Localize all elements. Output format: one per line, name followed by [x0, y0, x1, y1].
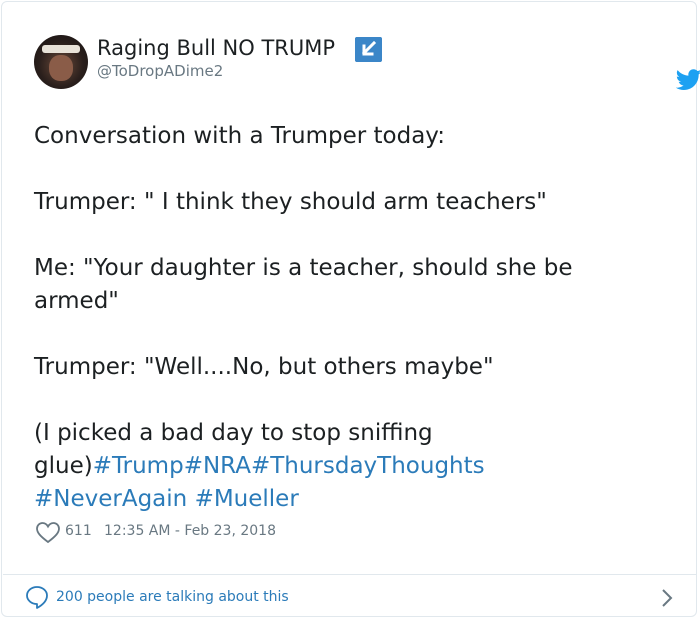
twitter-bird-icon[interactable] — [676, 69, 700, 91]
hashtag-link[interactable]: #NeverAgain — [34, 486, 187, 512]
avatar-band — [42, 45, 80, 53]
avatar-face — [49, 55, 73, 81]
tweet-card: Raging Bull NO TRUMP @ToDropADime2 Conve… — [1, 1, 700, 617]
like-count: 611 — [65, 523, 92, 539]
footer-divider — [3, 574, 697, 575]
heart-icon[interactable] — [35, 520, 61, 546]
avatar[interactable] — [34, 35, 88, 89]
conversation-footer[interactable]: 200 people are talking about this — [24, 584, 684, 612]
timestamp[interactable]: 12:35 AM - Feb 23, 2018 — [104, 523, 276, 539]
tweet-text: Conversation with a Trumper today: Trump… — [34, 120, 674, 516]
tweet-text-segment: Conversation with a Trumper today: Trump… — [34, 123, 573, 479]
hashtag-link[interactable]: #ThursdayThoughts — [251, 453, 485, 479]
user-handle[interactable]: @ToDropADime2 — [97, 62, 223, 80]
display-name[interactable]: Raging Bull NO TRUMP — [97, 36, 335, 60]
chevron-right-icon[interactable] — [657, 586, 677, 610]
hashtag-link[interactable]: #Trump — [93, 453, 184, 479]
arrow-down-left-icon — [355, 37, 382, 62]
tweet-text-segment — [187, 486, 194, 512]
talking-about-link[interactable]: 200 people are talking about this — [56, 589, 289, 605]
speech-bubble-icon — [26, 586, 48, 609]
tweet-header: Raging Bull NO TRUMP @ToDropADime2 — [34, 35, 700, 95]
hashtag-link[interactable]: #Mueller — [195, 486, 299, 512]
hashtag-link[interactable]: #NRA — [184, 453, 251, 479]
